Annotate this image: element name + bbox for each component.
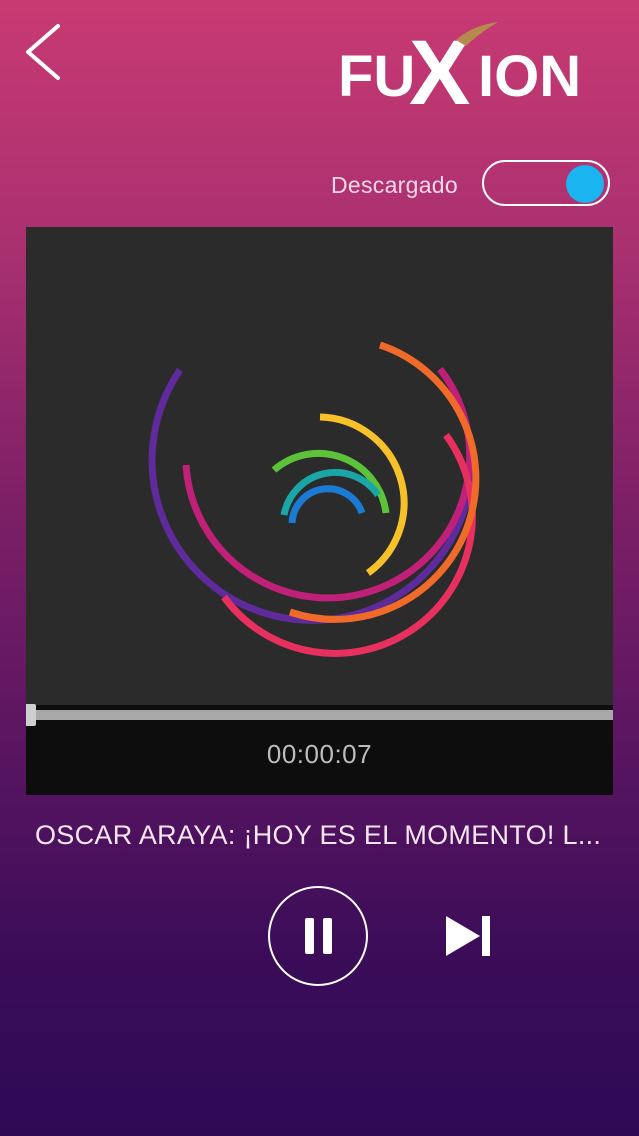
- elapsed-time: 00:00:07: [266, 739, 373, 769]
- svg-text:ION: ION: [478, 44, 581, 109]
- pause-button[interactable]: [268, 886, 368, 986]
- track-title: OSCAR ARAYA: ¡HOY ES EL MOMENTO! L...: [35, 820, 602, 850]
- spiral-rings-artwork: [148, 341, 480, 657]
- next-track-button[interactable]: [440, 908, 496, 964]
- seek-bar[interactable]: [26, 710, 613, 720]
- downloaded-label: Descargado: [330, 172, 458, 198]
- video-panel[interactable]: 00:00:07: [26, 227, 613, 795]
- fuxion-logo: FU X ION: [338, 16, 598, 124]
- toggle-knob: [566, 165, 604, 203]
- chevron-left-icon: [26, 24, 60, 80]
- skip-next-icon: [446, 916, 490, 956]
- pause-icon: [305, 918, 332, 954]
- svg-text:FU: FU: [338, 44, 415, 109]
- back-button[interactable]: [18, 18, 68, 88]
- seek-thumb[interactable]: [26, 704, 36, 726]
- download-toggle[interactable]: [482, 160, 610, 206]
